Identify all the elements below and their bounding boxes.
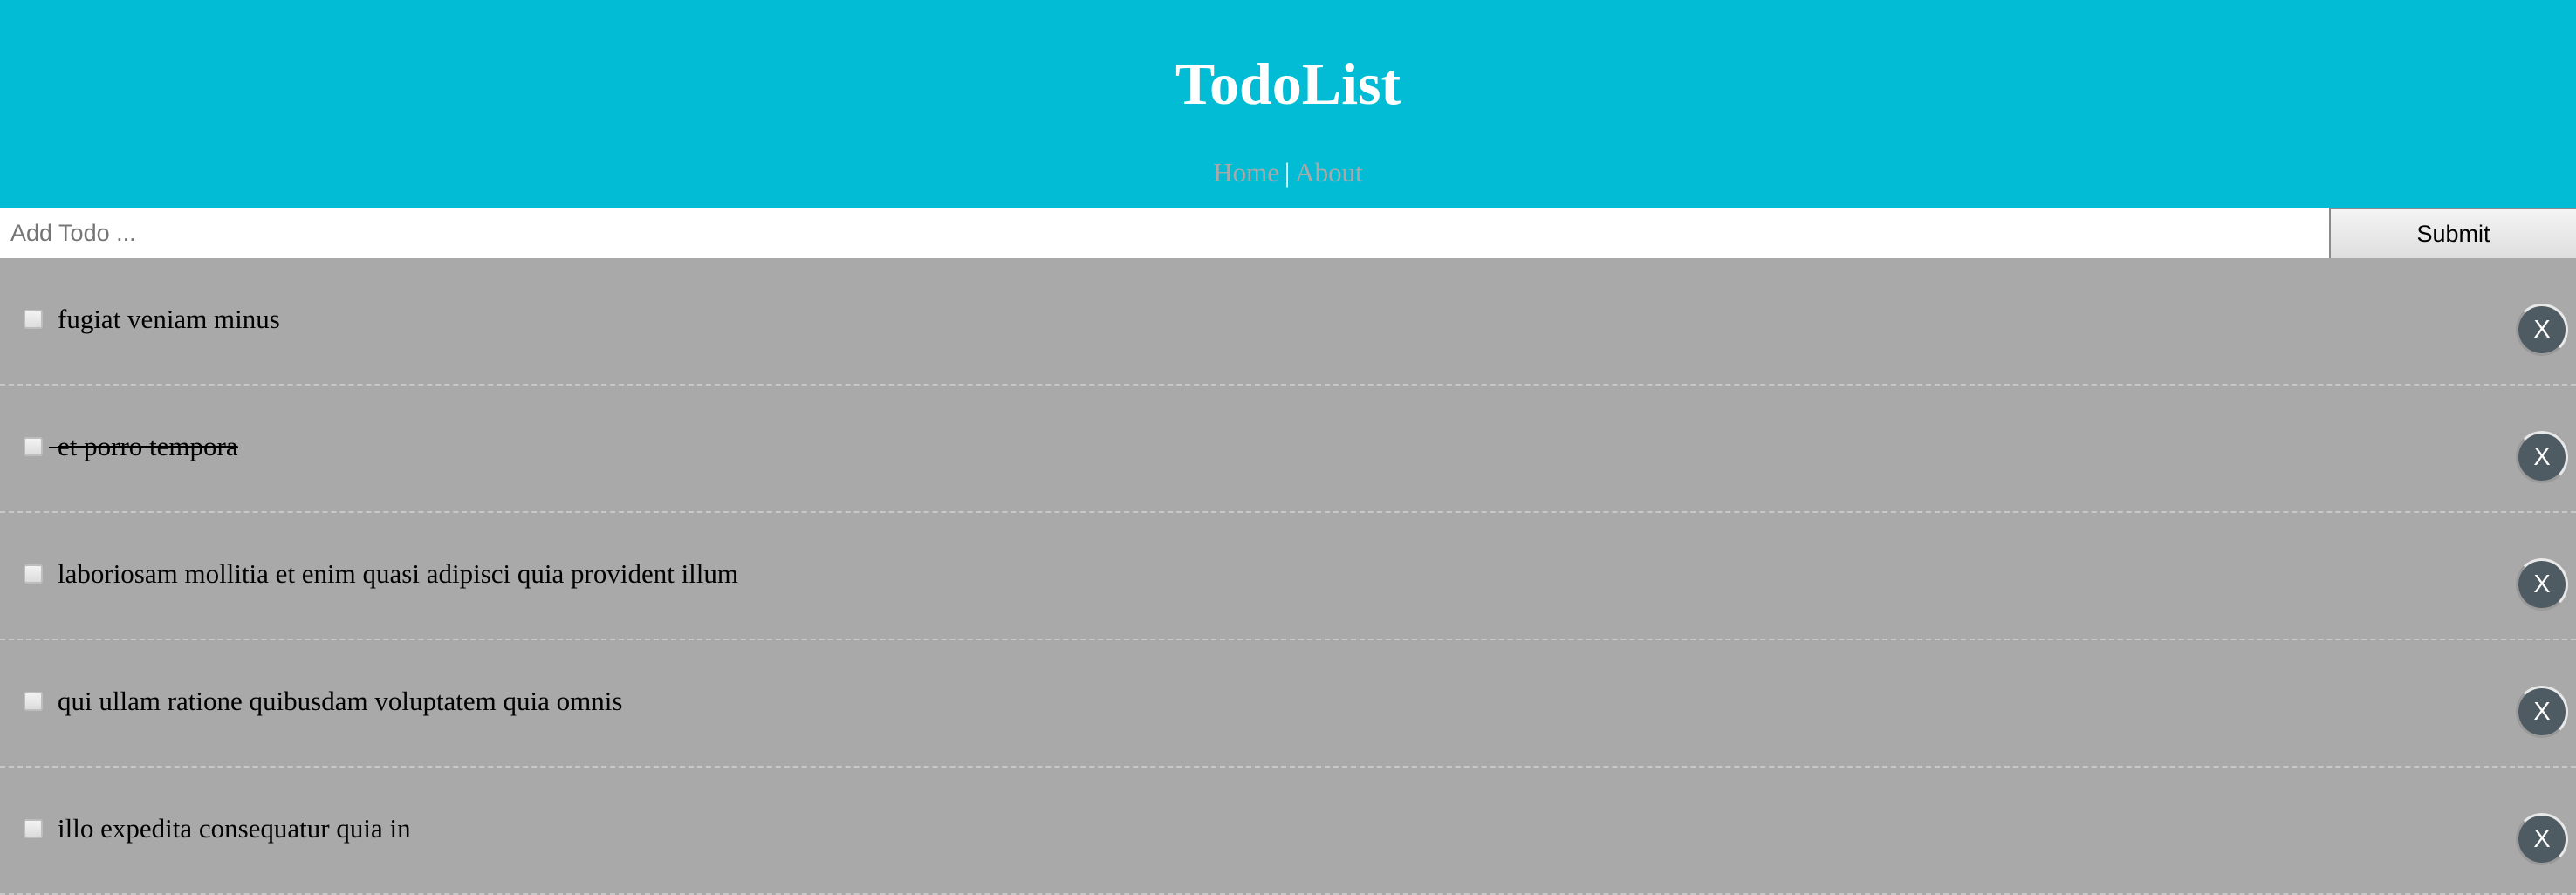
todo-checkbox[interactable] xyxy=(24,564,43,584)
app-header: TodoList Home | About xyxy=(0,0,2576,208)
delete-todo-button[interactable]: X xyxy=(2516,304,2568,356)
todo-title-completed: et porro tempora xyxy=(49,427,238,466)
todo-checkbox[interactable] xyxy=(24,692,43,711)
add-todo-form: Submit xyxy=(0,208,2576,258)
delete-todo-button[interactable]: X xyxy=(2516,431,2568,483)
delete-todo-button[interactable]: X xyxy=(2516,813,2568,865)
todo-title: laboriosam mollitia et enim quasi adipis… xyxy=(58,558,739,589)
delete-todo-button[interactable]: X xyxy=(2516,558,2568,611)
todo-title: fugiat veniam minus xyxy=(58,304,280,334)
main-nav: Home | About xyxy=(0,154,2576,192)
todo-item: fugiat veniam minus X xyxy=(0,258,2576,386)
todo-checkbox[interactable] xyxy=(24,437,43,456)
todo-item: qui ullam ratione quibusdam voluptatem q… xyxy=(0,640,2576,768)
todo-checkbox[interactable] xyxy=(24,310,43,329)
nav-link-home[interactable]: Home xyxy=(1213,157,1279,188)
delete-todo-button[interactable]: X xyxy=(2516,686,2568,738)
todo-checkbox[interactable] xyxy=(24,819,43,838)
nav-separator: | xyxy=(1285,157,1291,188)
add-todo-input[interactable] xyxy=(0,208,2329,258)
todo-item: et porro tempora X xyxy=(0,386,2576,513)
nav-link-about[interactable]: About xyxy=(1295,157,1363,188)
todo-title: qui ullam ratione quibusdam voluptatem q… xyxy=(58,686,623,716)
page-title: TodoList xyxy=(1175,51,1401,117)
submit-button[interactable]: Submit xyxy=(2329,208,2576,258)
todo-list: fugiat veniam minus X et porro tempora X… xyxy=(0,258,2576,895)
todo-item: illo expedita consequatur quia in X xyxy=(0,768,2576,895)
todo-item: laboriosam mollitia et enim quasi adipis… xyxy=(0,513,2576,640)
todo-title: illo expedita consequatur quia in xyxy=(58,813,411,844)
